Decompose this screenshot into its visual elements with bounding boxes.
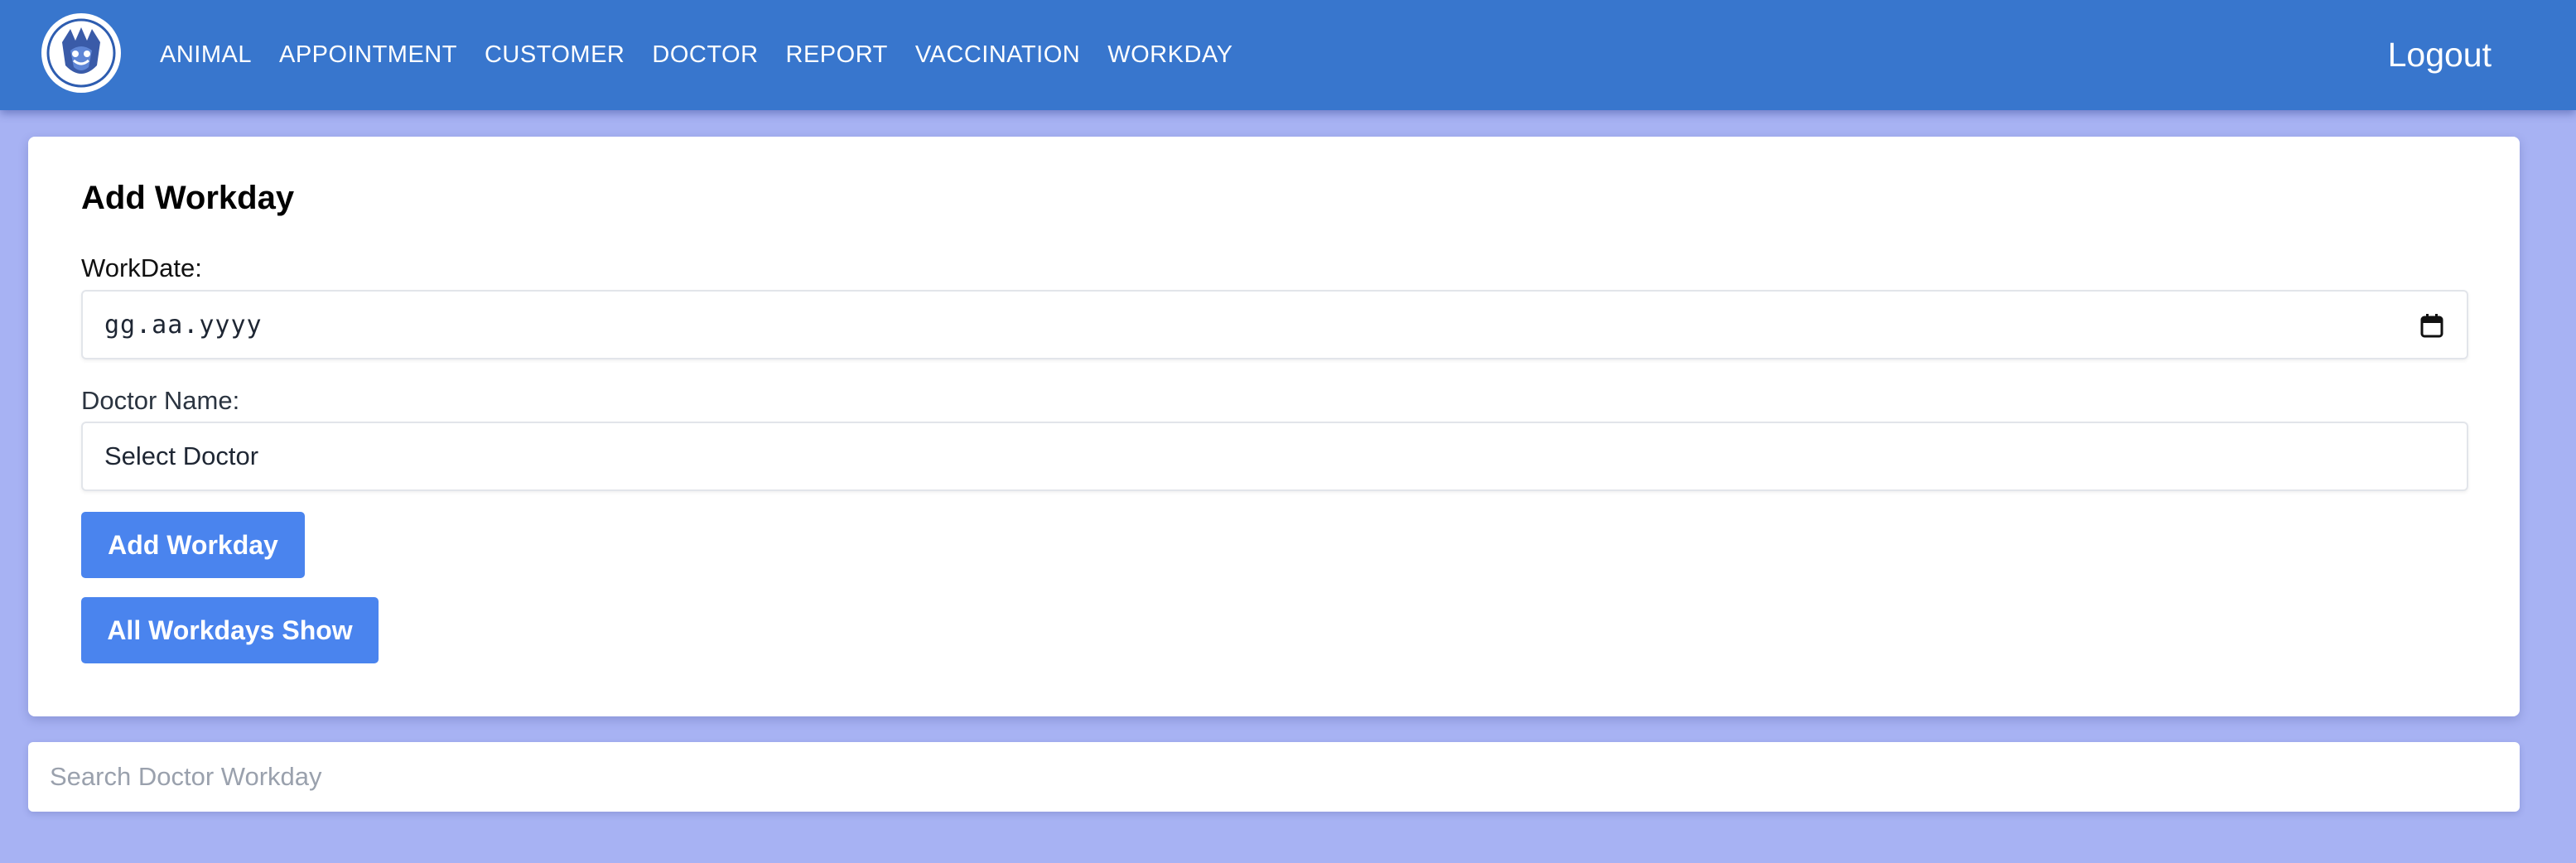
nav-link-customer[interactable]: CUSTOMER bbox=[485, 41, 625, 69]
doctor-select[interactable]: Select Doctor bbox=[81, 422, 2468, 491]
workdate-input[interactable]: gg.aa.yyyy bbox=[81, 290, 2468, 359]
workdate-label: WorkDate: bbox=[81, 253, 202, 282]
doctor-name-label: Doctor Name: bbox=[81, 386, 240, 415]
nav-link-animal[interactable]: ANIMAL bbox=[160, 41, 252, 69]
nav-link-vaccination[interactable]: VACCINATION bbox=[915, 41, 1080, 69]
main-nav: ANIMAL APPOINTMENT CUSTOMER DOCTOR REPOR… bbox=[160, 0, 1260, 110]
form-title: Add Workday bbox=[81, 180, 295, 216]
paw-shield-logo-icon[interactable] bbox=[41, 13, 121, 93]
nav-link-appointment[interactable]: APPOINTMENT bbox=[279, 41, 457, 69]
top-navbar: ANIMAL APPOINTMENT CUSTOMER DOCTOR REPOR… bbox=[0, 0, 2576, 110]
logout-button[interactable]: Logout bbox=[2388, 0, 2492, 110]
nav-link-report[interactable]: REPORT bbox=[786, 41, 888, 69]
nav-link-workday[interactable]: WORKDAY bbox=[1107, 41, 1233, 69]
all-workdays-show-button[interactable]: All Workdays Show bbox=[81, 597, 379, 663]
add-workday-form-card: Add Workday WorkDate: gg.aa.yyyy Doctor … bbox=[28, 137, 2520, 716]
workdate-placeholder: gg.aa.yyyy bbox=[104, 310, 263, 340]
calendar-icon[interactable] bbox=[2420, 313, 2443, 338]
nav-link-doctor[interactable]: DOCTOR bbox=[652, 41, 758, 69]
add-workday-button[interactable]: Add Workday bbox=[81, 512, 305, 578]
search-doctor-workday-input[interactable] bbox=[28, 742, 2520, 812]
doctor-select-value: Select Doctor bbox=[104, 441, 259, 470]
